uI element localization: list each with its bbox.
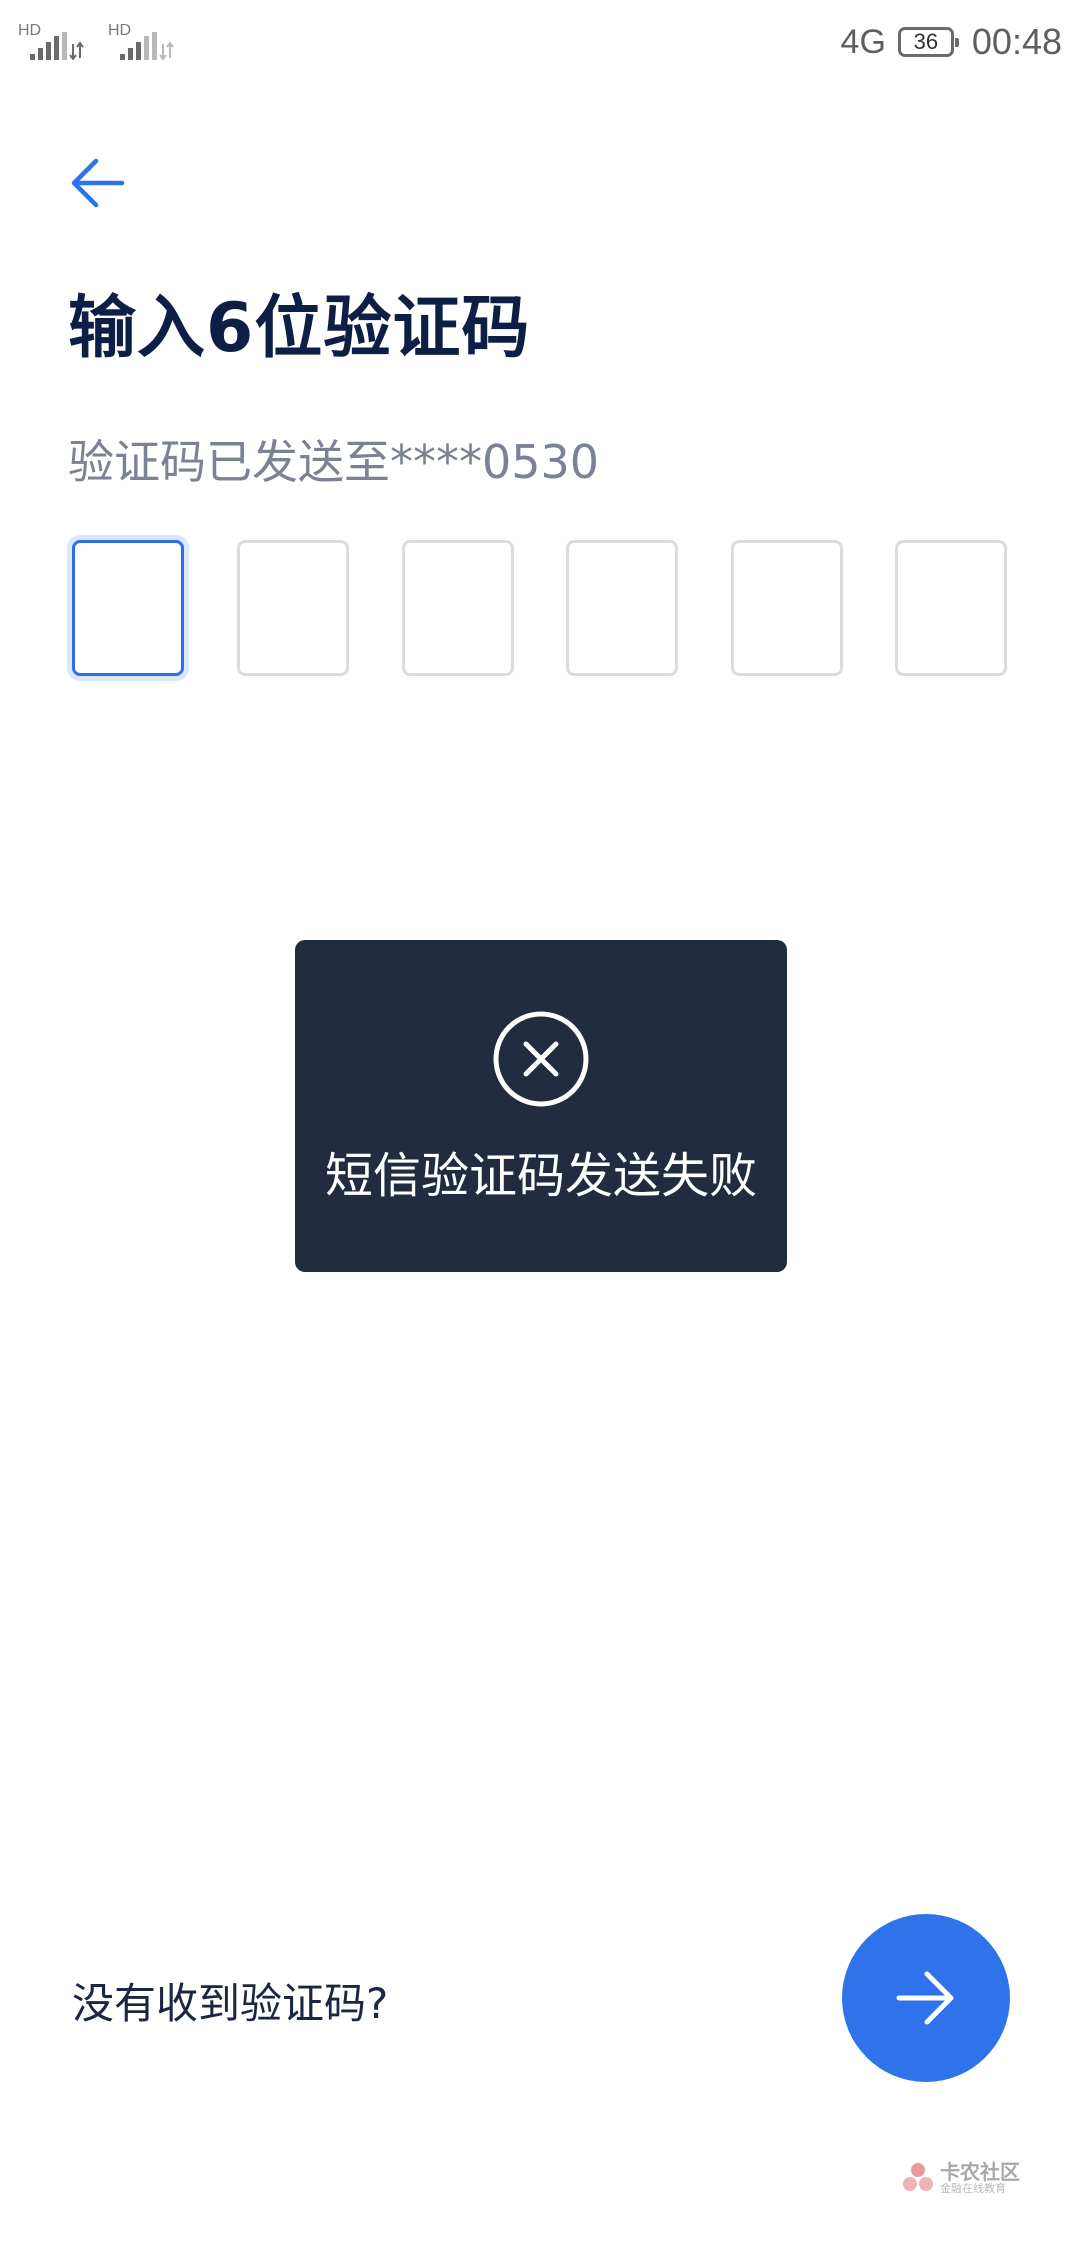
back-button[interactable] [62,148,132,218]
status-bar: HD HD 4G 36 00:48 [0,0,1080,80]
network-type: 4G [840,22,886,61]
clock: 00:48 [971,21,1062,62]
watermark-logo-icon [903,2163,933,2191]
signal-bars-icon [30,32,84,60]
code-digit-5[interactable] [731,540,843,676]
watermark: 卡农社区 金融在线教育 [900,2156,1020,2200]
signal-bars-icon [120,32,174,60]
arrow-left-icon [71,158,125,208]
battery-icon: 36 [897,27,959,57]
error-toast: 短信验证码发送失败 [295,940,787,1272]
watermark-subtext: 金融在线教育 [940,2182,1006,2195]
close-circle-icon [493,1011,589,1107]
code-digit-3[interactable] [402,540,514,676]
code-digit-1[interactable] [72,540,184,676]
toast-message: 短信验证码发送失败 [324,1148,757,1204]
next-button[interactable] [842,1914,1010,2082]
code-digit-2[interactable] [237,540,349,676]
code-digit-4[interactable] [566,540,678,676]
sent-to-subtitle: 验证码已发送至****0530 [68,435,600,489]
status-right: 4G 36 00:48 [841,18,1062,66]
battery-level: 36 [913,29,939,54]
code-digit-6[interactable] [895,540,1007,676]
arrow-right-icon [896,1971,954,2025]
sim1-signal: HD [18,22,98,62]
resend-code-link[interactable]: 没有收到验证码? [72,1970,388,2031]
verification-screen: HD HD 4G 36 00:48 输入6位验证码 验证码已发送至****053… [0,0,1080,2244]
sim2-signal: HD [108,22,188,62]
code-input-row[interactable] [72,540,1012,680]
page-title: 输入6位验证码 [68,289,531,368]
